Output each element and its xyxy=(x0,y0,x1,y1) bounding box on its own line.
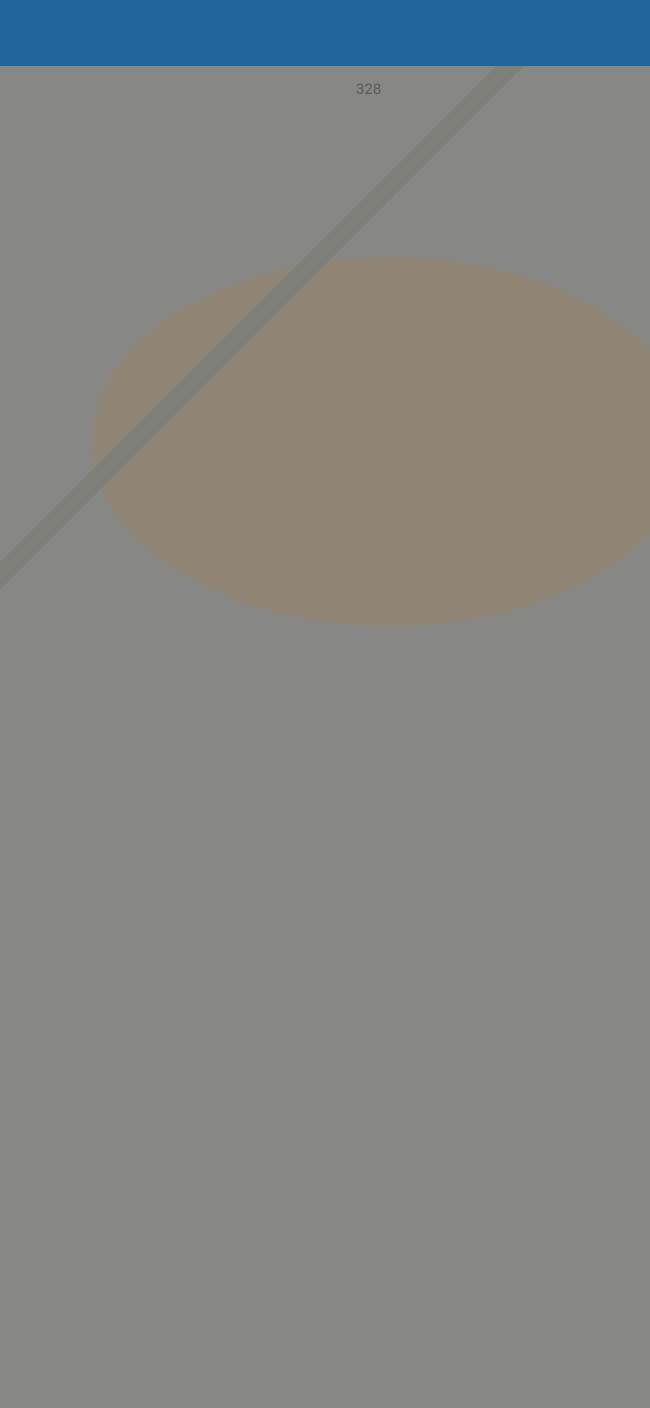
status-bar xyxy=(0,0,650,66)
modal-backdrop[interactable] xyxy=(0,66,650,1408)
